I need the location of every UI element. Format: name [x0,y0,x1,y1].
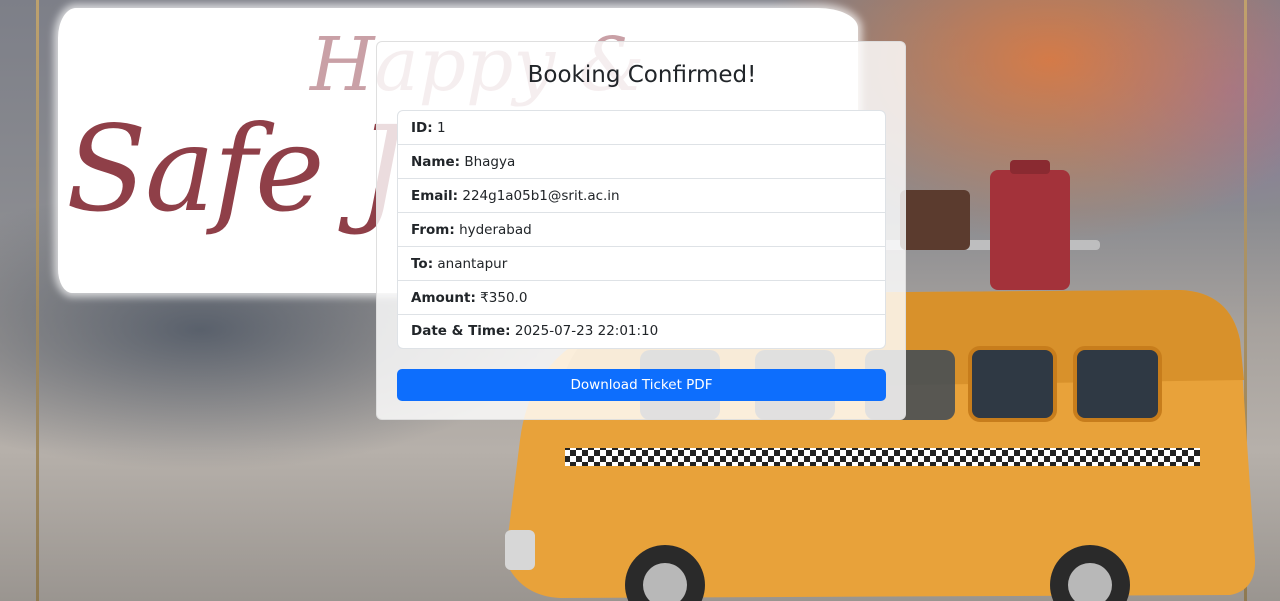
booking-details-list: ID: 1 Name: Bhagya Email: 224g1a05b1@sri… [397,110,886,349]
download-ticket-pdf-button[interactable]: Download Ticket PDF [397,369,886,401]
detail-from: From: hyderabad [398,213,885,247]
detail-label: Email: [411,188,459,204]
detail-value: ₹350.0 [480,290,528,306]
detail-value: Bhagya [464,154,516,170]
detail-value: hyderabad [459,222,532,238]
detail-amount: Amount: ₹350.0 [398,281,885,315]
detail-value: 2025-07-23 22:01:10 [514,323,659,339]
detail-id: ID: 1 [398,111,885,145]
detail-value: 224g1a05b1@srit.ac.in [462,188,620,204]
detail-name: Name: Bhagya [398,145,885,179]
detail-label: ID: [411,120,433,136]
booking-confirmation-card: Booking Confirmed! ID: 1 Name: Bhagya Em… [376,41,906,420]
detail-label: From: [411,222,455,238]
detail-value: anantapur [437,256,508,272]
detail-label: Amount: [411,290,476,306]
detail-label: Name: [411,154,461,170]
detail-label: To: [411,256,434,272]
detail-label: Date & Time: [411,323,511,339]
page-title: Booking Confirmed! [527,62,757,88]
detail-date-time: Date & Time: 2025-07-23 22:01:10 [398,315,885,348]
detail-to: To: anantapur [398,247,885,281]
detail-value: 1 [436,120,446,136]
detail-email: Email: 224g1a05b1@srit.ac.in [398,179,885,213]
